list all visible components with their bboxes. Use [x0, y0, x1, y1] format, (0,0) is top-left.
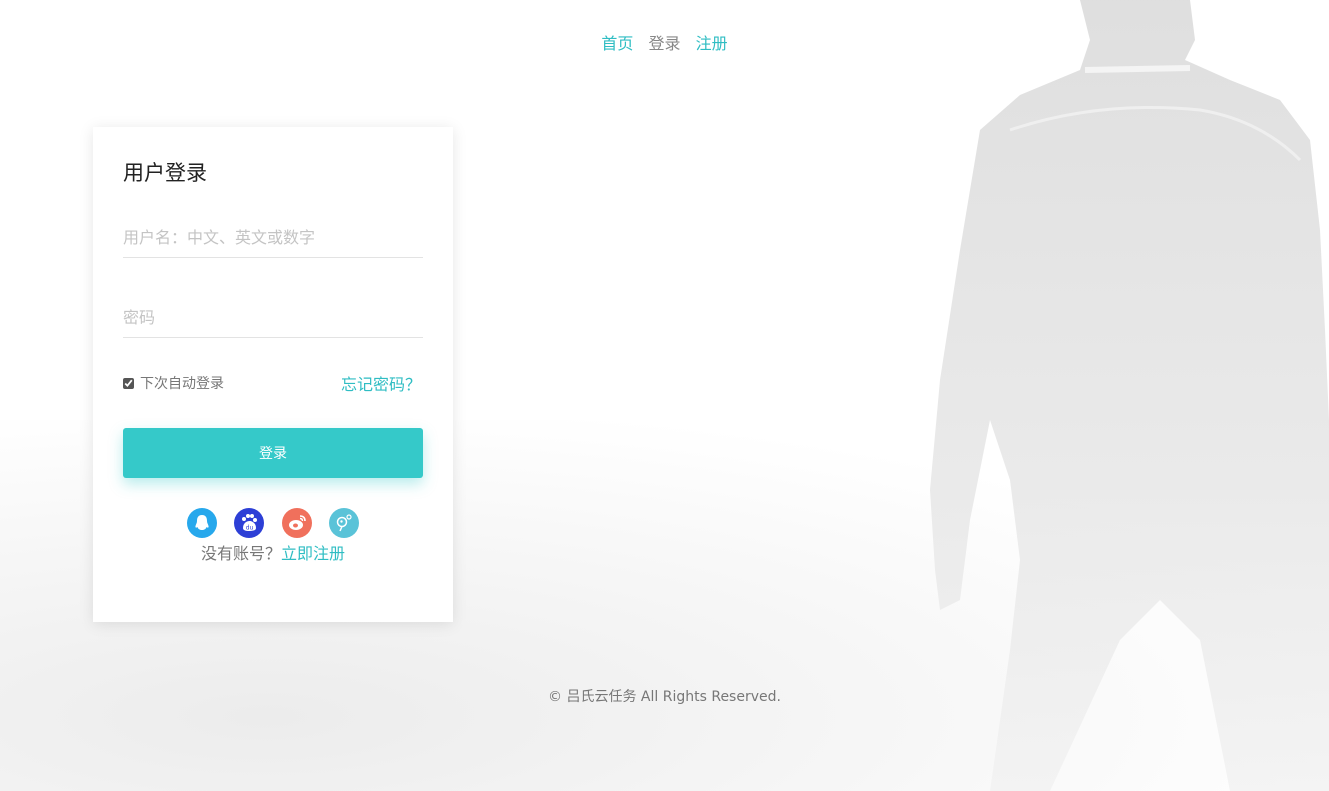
remember-checkbox[interactable] [123, 377, 134, 389]
top-nav: 首页 登录 注册 [0, 30, 1329, 54]
password-field-wrapper [123, 297, 423, 338]
remember-row: 下次自动登录 忘记密码？ [123, 371, 423, 395]
nav-home-link[interactable]: 首页 [601, 30, 633, 54]
remember-label: 下次自动登录 [140, 376, 224, 392]
no-account-text: 没有账号？ [200, 544, 281, 563]
login-button[interactable]: 登录 [123, 428, 423, 478]
nav-login-link[interactable]: 登录 [648, 30, 680, 54]
footer-copyright: © 吕氏云任务 All Rights Reserved. [548, 689, 781, 705]
register-now-link[interactable]: 立即注册 [281, 544, 345, 563]
background-person-image [930, 0, 1329, 791]
svg-text:du: du [246, 525, 254, 532]
remember-me[interactable]: 下次自动登录 [123, 373, 224, 393]
password-input[interactable] [123, 297, 423, 337]
social-login-row: du [93, 508, 453, 538]
forgot-password-link[interactable]: 忘记密码？ [341, 371, 421, 395]
username-field-wrapper [123, 217, 423, 258]
page: 首页 登录 注册 用户登录 下次自动登录 忘记密码？ 登录 [0, 0, 1329, 791]
other-login-icon[interactable] [328, 508, 359, 538]
qq-icon[interactable] [187, 508, 218, 538]
login-card: 用户登录 下次自动登录 忘记密码？ 登录 du [93, 127, 453, 622]
login-title: 用户登录 [123, 161, 207, 185]
weibo-icon[interactable] [281, 508, 312, 538]
username-input[interactable] [123, 217, 423, 257]
baidu-icon[interactable]: du [234, 508, 265, 538]
nav-register-link[interactable]: 注册 [696, 30, 728, 54]
signup-prompt: 没有账号？立即注册 [93, 540, 453, 564]
